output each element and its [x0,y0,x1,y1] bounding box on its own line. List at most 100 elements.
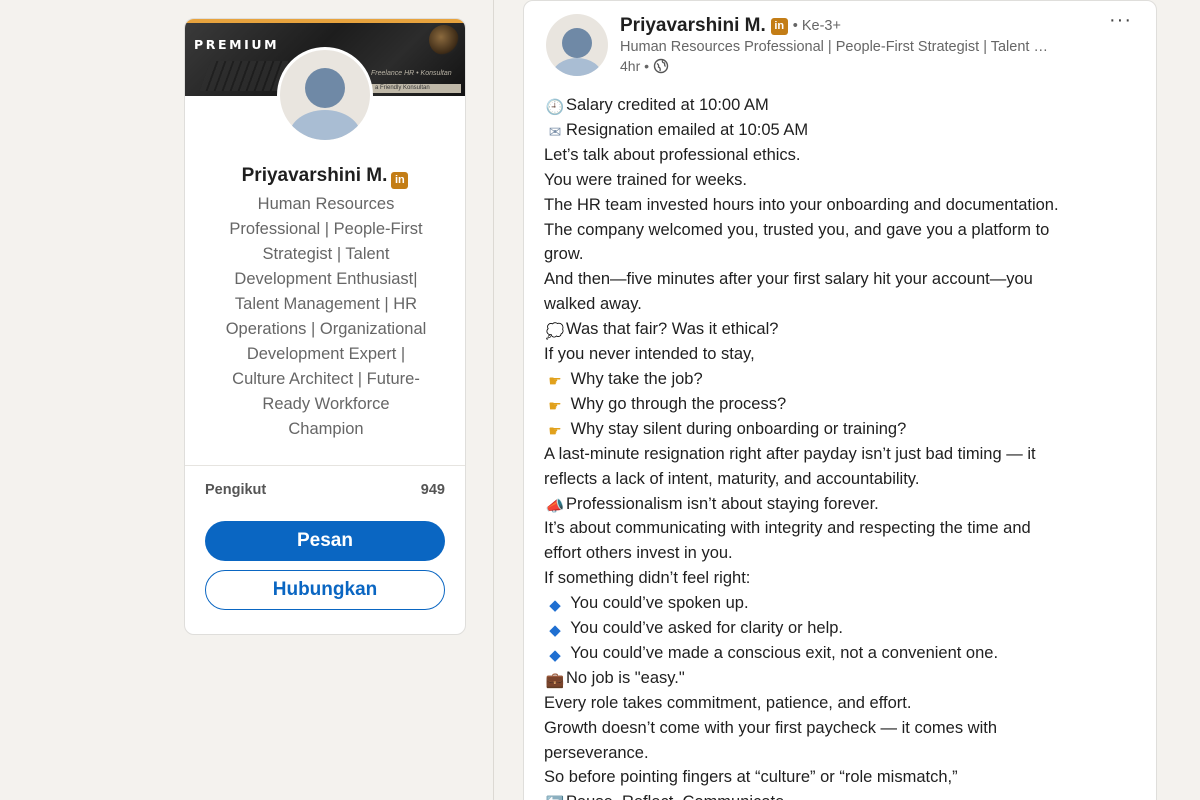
post-text-line: The HR team invested hours into your onb… [544,193,1124,218]
post-text: If you never intended to stay, [544,345,755,364]
post-text-line: You were trained for weeks. [544,168,1124,193]
post-text-line: grow. [544,242,1124,267]
post-text: If something didn’t feel right: [544,569,751,588]
post-text: Pause. Reflect. Communicate. [566,793,789,800]
post-text: walked away. [544,295,642,314]
followers-label: Pengikut [205,482,267,498]
post-text: You could’ve asked for clarity or help. [566,619,843,638]
headline-line: Culture Architect | Future- [232,370,420,388]
post-text: Growth doesn’t come with your first payc… [544,718,997,737]
diamond-icon: ◆ [549,621,561,640]
headline-line: Professional | People-First [229,220,423,238]
post-text: Let’s talk about professional ethics. [544,145,801,164]
column-divider [493,0,494,800]
post-text-line: Growth doesn’t come with your first payc… [544,716,1124,741]
post-text-line: Let’s talk about professional ethics. [544,143,1124,168]
clock-icon: 🕘 [545,98,565,116]
post-text-line: ✉ Resignation emailed at 10:05 AM [544,118,1124,143]
post-text-line: 🕘 Salary credited at 10:00 AM [544,93,1124,118]
diamond-icon: ◆ [549,596,561,615]
message-button[interactable]: Pesan [205,521,445,561]
post-text: The company welcomed you, trusted you, a… [544,220,1050,239]
profile-headline: Human Resources Professional | People-Fi… [211,192,441,442]
post-meta: 4hr • [620,58,669,74]
post-text: Salary credited at 10:00 AM [566,96,769,114]
profile-avatar[interactable] [277,47,373,143]
mega-icon: 📣 [545,496,565,515]
post-text-line: 💭 Was that fair? Was it ethical? [544,317,1124,342]
headline-line: Development Enthusiast| [234,270,418,288]
post-text-line: effort others invest in you. [544,541,1124,566]
post-text: Professionalism isn’t about staying fore… [566,494,879,513]
post-text: grow. [544,245,584,264]
post-text-line: ☛ Why stay silent during onboarding or t… [544,417,1124,442]
profile-card: PREMIUM Freelance HR • Konsultan a Frien… [184,18,466,635]
post-text-line: ◆ You could’ve asked for clarity or help… [544,616,1124,641]
author-headline: Human Resources Professional | People-Fi… [620,39,1048,55]
author-avatar[interactable] [546,14,608,76]
post-text-line: ◆ You could’ve spoken up. [544,591,1124,616]
headline-line: Development Expert | [246,345,406,363]
post-text: Why take the job? [566,369,703,388]
point-icon: ☛ [548,371,562,390]
headline-line: Champion [288,420,364,438]
post-text-line: ☛ Why go through the process? [544,392,1124,417]
post-text: And then—five minutes after your first s… [544,270,1033,289]
post-text-line: And then—five minutes after your first s… [544,267,1124,292]
linkedin-badge-icon: in [770,17,788,35]
profile-name[interactable]: Priyavarshini M. in [185,165,465,189]
diamond-icon: ◆ [549,645,561,664]
post-text-line: 🔄Pause. Reflect. Communicate. [544,790,1124,800]
profile-name-text[interactable]: Priyavarshini M. [242,165,388,186]
followers-count: 949 [420,482,445,498]
post-text: You were trained for weeks. [544,170,748,189]
post-text: Was that fair? Was it ethical? [566,320,779,339]
premium-label: PREMIUM [194,37,280,52]
refresh-icon: 🔄 [544,794,566,800]
post-text-line: ☛ Why take the job? [544,367,1124,392]
globe-icon [653,58,669,74]
post-text: effort others invest in you. [544,544,733,563]
post-text: You could’ve made a conscious exit, not … [566,643,999,662]
point-icon: ☛ [548,421,562,440]
linkedin-badge-icon: in [391,172,409,189]
post-text-line: walked away. [544,292,1124,317]
post-text: Every role takes commitment, patience, a… [544,693,912,712]
post-body: 🕘 Salary credited at 10:00 AM ✉ Resignation… [544,93,1124,800]
post-text-line: It’s about communicating with integrity … [544,516,1124,541]
post-text-line: Every role takes commitment, patience, a… [544,691,1124,716]
post-text: It’s about communicating with integrity … [544,519,1031,538]
banner-strip-text: a Friendly Konsultan [371,84,461,93]
connection-degree: • Ke-3+ [792,18,841,34]
post-text: Why go through the process? [566,394,787,413]
banner-script-text: Freelance HR • Konsultan [371,70,452,77]
post-text-line: 📣 Professionalism isn’t about staying for… [544,492,1124,517]
avatar-body-shape [552,58,602,76]
avatar-head-shape [305,68,345,108]
post-text: A last-minute resignation right after pa… [544,444,1036,463]
headline-line: Operations | Organizational [225,320,427,338]
post-text: reflects a lack of intent, maturity, and… [544,469,920,488]
author-name[interactable]: Priyavarshini M. [620,15,766,37]
connect-button[interactable]: Hubungkan [205,570,445,610]
card-divider [185,465,465,466]
post-text: Resignation emailed at 10:05 AM [566,120,809,139]
banner-coffee-cup-graphic [429,25,459,55]
post-text-line: reflects a lack of intent, maturity, and… [544,467,1124,492]
post-text-line: The company welcomed you, trusted you, a… [544,218,1124,243]
brief-icon: 💼 [545,670,565,689]
avatar-body-shape [289,110,361,140]
headline-line: Talent Management | HR [234,295,418,313]
mail-icon: ✉ [548,122,562,141]
avatar-head-shape [562,28,592,58]
more-options-icon[interactable]: ··· [1109,9,1132,32]
bubble-icon: 💭 [545,322,565,341]
post-text: perseverance. [544,743,649,762]
post-text-line: ◆ You could’ve made a conscious exit, no… [544,641,1124,666]
post-text: So before pointing fingers at “culture” … [544,768,958,787]
author-line: Priyavarshini M. in • Ke-3+ [620,15,841,37]
post-time: 4hr • [620,58,650,74]
post-text-line: If something didn’t feel right: [544,566,1124,591]
post-text: You could’ve spoken up. [566,594,749,613]
headline-line: Strategist | Talent [262,245,390,263]
